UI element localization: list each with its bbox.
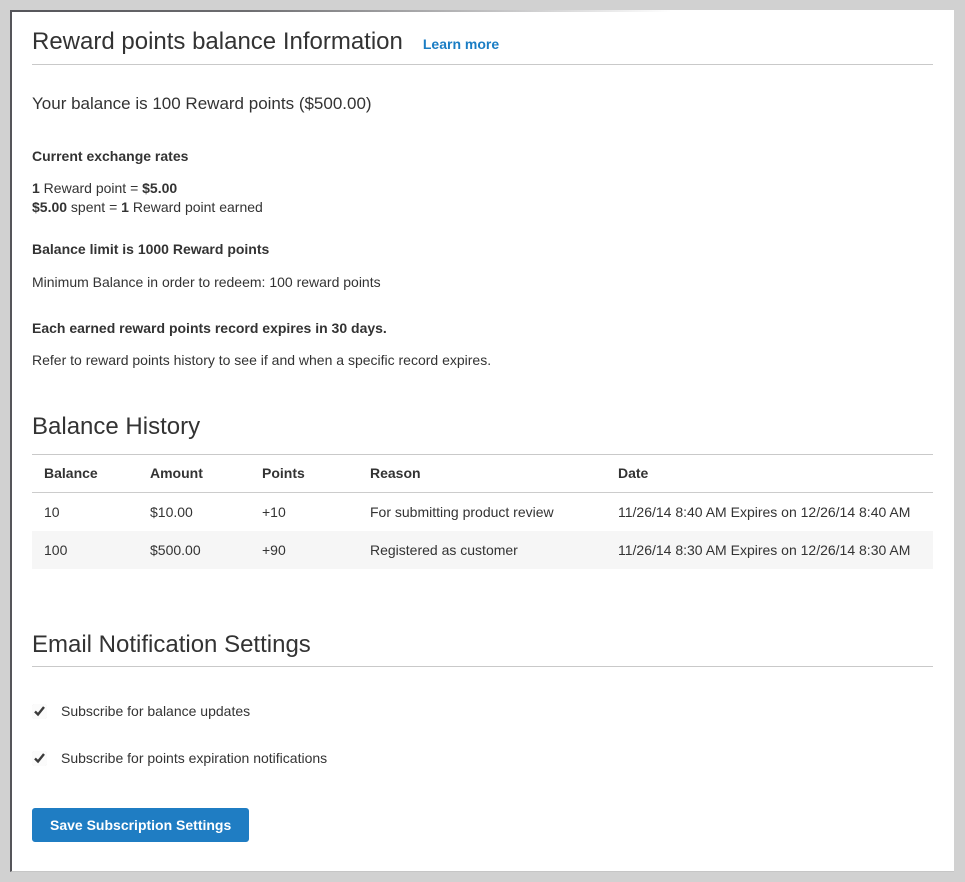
expiration-text: Each earned reward points record expires… (32, 318, 933, 338)
cell-amount: $500.00 (138, 531, 250, 569)
expiration-note-text: Refer to reward points history to see if… (32, 350, 933, 370)
points-expiration-label: Subscribe for points expiration notifica… (61, 747, 327, 770)
balance-history-header: Balance History (32, 412, 933, 455)
column-header-reason: Reason (358, 455, 606, 493)
column-header-balance: Balance (32, 455, 138, 493)
balance-limit-text: Balance limit is 1000 Reward points (32, 239, 933, 259)
table-header-row: Balance Amount Points Reason Date (32, 455, 933, 493)
rate1-points: 1 (32, 180, 40, 196)
column-header-date: Date (606, 455, 933, 493)
rate2-points: 1 (121, 199, 129, 215)
reward-points-panel: Reward points balance Information Learn … (10, 10, 954, 872)
points-expiration-checkbox[interactable] (32, 751, 47, 766)
balance-updates-label: Subscribe for balance updates (61, 700, 250, 723)
table-row: 10 $10.00 +10 For submitting product rev… (32, 493, 933, 532)
exchange-rates: 1 Reward point = $5.00 $5.00 spent = 1 Re… (32, 179, 933, 217)
cell-date: 11/26/14 8:40 AM Expires on 12/26/14 8:4… (606, 493, 933, 532)
email-settings-title: Email Notification Settings (32, 630, 933, 660)
table-row: 100 $500.00 +90 Registered as customer 1… (32, 531, 933, 569)
rate2-value: $5.00 (32, 199, 67, 215)
balance-history-table: Balance Amount Points Reason Date 10 $10… (32, 455, 933, 569)
page-title: Reward points balance Information (32, 26, 403, 57)
cell-amount: $10.00 (138, 493, 250, 532)
page-background: Reward points balance Information Learn … (0, 0, 965, 882)
minimum-balance-text: Minimum Balance in order to redeem: 100 … (32, 272, 933, 292)
balance-history-title: Balance History (32, 412, 933, 442)
balance-summary: Your balance is 100 Reward points ($500.… (32, 92, 933, 116)
exchange-rates-heading: Current exchange rates (32, 147, 933, 166)
rate2-suffix: Reward point earned (129, 199, 263, 215)
cell-date: 11/26/14 8:30 AM Expires on 12/26/14 8:3… (606, 531, 933, 569)
balance-updates-checkbox[interactable] (32, 704, 47, 719)
cell-reason: Registered as customer (358, 531, 606, 569)
page-header: Reward points balance Information Learn … (32, 26, 933, 65)
learn-more-link[interactable]: Learn more (423, 36, 499, 52)
cell-reason: For submitting product review (358, 493, 606, 532)
cell-points: +90 (250, 531, 358, 569)
column-header-amount: Amount (138, 455, 250, 493)
rate1-value: $5.00 (142, 180, 177, 196)
email-settings-header: Email Notification Settings (32, 630, 933, 667)
rate2-middle: spent = (67, 199, 121, 215)
rate1-middle: Reward point = (40, 180, 142, 196)
save-subscription-button[interactable]: Save Subscription Settings (32, 808, 249, 842)
balance-updates-option: Subscribe for balance updates (32, 700, 933, 723)
column-header-points: Points (250, 455, 358, 493)
cell-points: +10 (250, 493, 358, 532)
cell-balance: 100 (32, 531, 138, 569)
points-expiration-option: Subscribe for points expiration notifica… (32, 747, 933, 770)
cell-balance: 10 (32, 493, 138, 532)
